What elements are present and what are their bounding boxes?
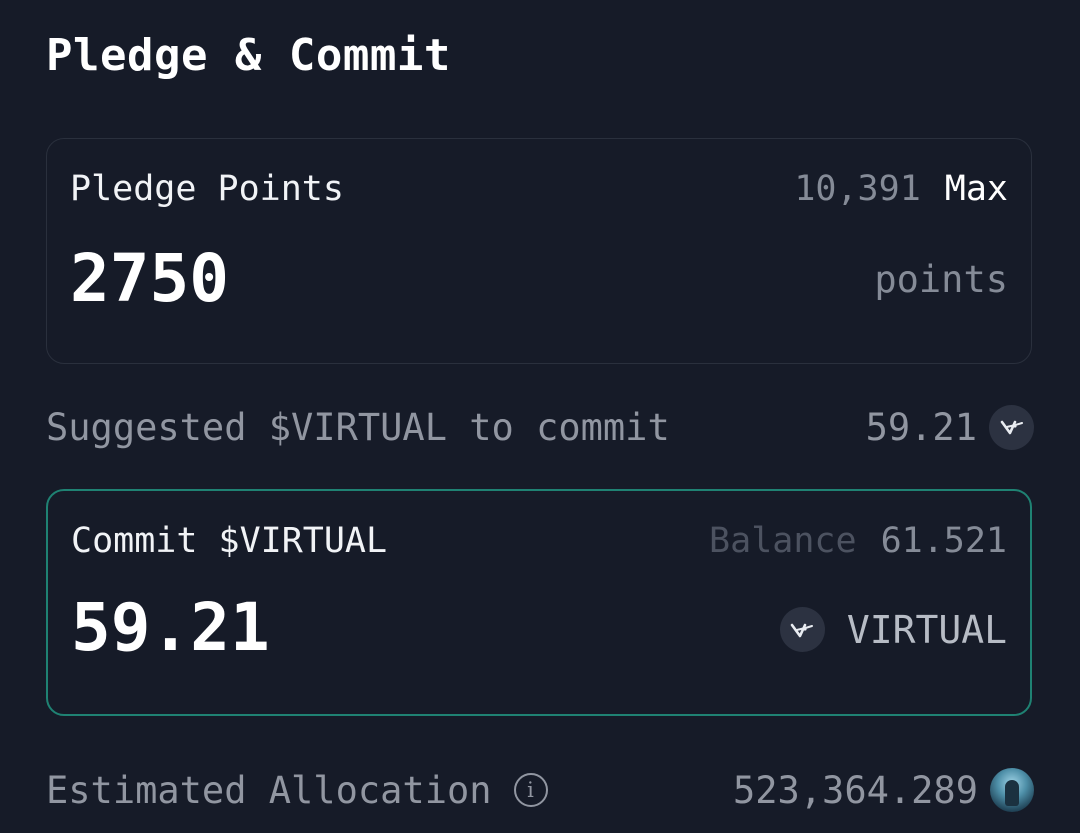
page-title: Pledge & Commit bbox=[46, 30, 451, 81]
balance-value: 61.521 bbox=[880, 521, 1007, 561]
points-unit-label: points bbox=[874, 258, 1008, 301]
balance-display: Balance 61.521 bbox=[709, 521, 1007, 561]
info-icon[interactable]: i bbox=[513, 773, 548, 807]
estimated-allocation-row: Estimated Allocation i 523,364.289 bbox=[46, 764, 1034, 816]
commit-amount-input[interactable]: 59.21 bbox=[71, 595, 270, 661]
commit-token-selector: VIRTUAL bbox=[779, 607, 1007, 652]
suggested-commit-row: Suggested $VIRTUAL to commit 59.21 bbox=[46, 402, 1034, 452]
agent-avatar-icon bbox=[990, 768, 1034, 812]
virtual-token-icon bbox=[989, 404, 1034, 450]
estimated-allocation-label-group: Estimated Allocation i bbox=[46, 769, 548, 812]
commit-virtual-card: Commit $VIRTUAL Balance 61.521 59.21 VIR… bbox=[46, 489, 1032, 716]
virtual-token-icon bbox=[779, 607, 825, 652]
pledge-points-card: Pledge Points 10,391 Max 2750 points bbox=[46, 138, 1032, 364]
pledge-points-input[interactable]: 2750 bbox=[70, 246, 229, 312]
commit-virtual-label: Commit $VIRTUAL bbox=[71, 521, 388, 561]
pledge-points-available: 10,391 Max bbox=[794, 169, 1008, 209]
suggested-commit-label: Suggested $VIRTUAL to commit bbox=[46, 405, 670, 449]
commit-token-unit: VIRTUAL bbox=[846, 607, 1007, 652]
estimated-allocation-value: 523,364.289 bbox=[732, 768, 978, 812]
max-button[interactable]: Max bbox=[945, 169, 1008, 209]
pledge-points-label: Pledge Points bbox=[70, 169, 344, 209]
suggested-commit-amount: 59.21 bbox=[865, 404, 1034, 450]
suggested-commit-value: 59.21 bbox=[865, 405, 977, 449]
available-points-value: 10,391 bbox=[794, 169, 921, 209]
estimated-allocation-label: Estimated Allocation bbox=[46, 768, 492, 812]
balance-label: Balance bbox=[709, 521, 857, 561]
estimated-allocation-amount: 523,364.289 bbox=[733, 768, 1034, 812]
